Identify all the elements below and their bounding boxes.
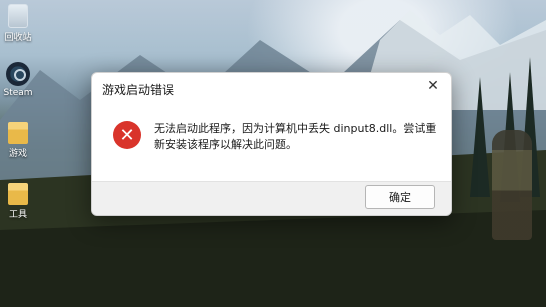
ok-button[interactable]: 确定 (365, 185, 435, 209)
desktop-icon-label: 游戏 (8, 149, 27, 159)
desktop-icon-label: 工具 (8, 210, 27, 220)
tree (470, 77, 490, 197)
recycle-bin-icon (8, 4, 28, 28)
desktop-icon-label: 回收站 (4, 33, 32, 43)
error-dialog: 游戏启动错误 ✕ ✕ 无法启动此程序，因为计算机中丢失 dinput8.dll。… (91, 72, 452, 216)
desktop-icon-recycle-bin[interactable]: 回收站 (0, 4, 36, 43)
desktop-icon-tools-folder[interactable]: 工具 (0, 183, 36, 220)
desktop-icon-steam[interactable]: Steam (0, 62, 36, 98)
dialog-footer: 确定 (92, 181, 451, 215)
dialog-title: 游戏启动错误 (102, 83, 175, 97)
desktop-icon-games-folder[interactable]: 游戏 (0, 122, 36, 159)
steam-icon (6, 62, 30, 86)
soldier-figure (492, 130, 532, 240)
error-message: 无法启动此程序，因为计算机中丢失 dinput8.dll。尝试重新安装该程序以解… (154, 122, 437, 151)
folder-icon (8, 122, 28, 144)
desktop-icon-label: Steam (3, 88, 33, 98)
folder-icon (8, 183, 28, 205)
error-icon: ✕ (113, 121, 141, 149)
close-icon[interactable]: ✕ (423, 76, 443, 96)
